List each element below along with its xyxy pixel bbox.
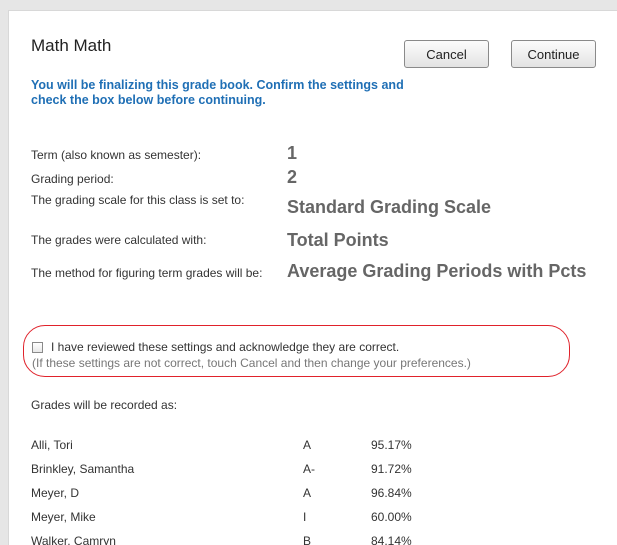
grade-row: Walker, Camryn B 84.14% [31,534,531,545]
grade-percent: 95.17% [371,438,412,452]
grade-row: Meyer, Mike I 60.00% [31,510,531,534]
finalize-notice: You will be finalizing this grade book. … [31,78,404,107]
grade-row: Meyer, D A 96.84% [31,486,531,510]
setting-term-value: 1 [287,143,298,163]
setting-calculation-value: Total Points [287,230,389,250]
acknowledge-hint: (If these settings are not correct, touc… [32,356,471,370]
setting-grading-period-value: 2 [287,167,298,187]
letter-grade: I [303,510,307,524]
finalize-gradebook-dialog: Math Math Cancel Continue You will be fi… [8,10,617,545]
grade-percent: 84.14% [371,534,412,545]
student-name: Meyer, D [31,486,80,500]
setting-grading-scale-label: The grading scale for this class is set … [31,193,245,207]
setting-term-method-value: Average Grading Periods with Pcts [287,261,587,281]
student-name: Alli, Tori [31,438,73,452]
acknowledge-checkbox[interactable] [32,341,43,353]
setting-calculation-label: The grades were calculated with: [31,233,207,247]
grade-percent: 91.72% [371,462,412,476]
letter-grade: A [303,438,312,452]
student-name: Walker, Camryn [31,534,116,545]
grade-row: Alli, Tori A 95.17% [31,438,531,462]
continue-button[interactable]: Continue [511,40,596,68]
cancel-button[interactable]: Cancel [404,40,489,68]
grades-heading: Grades will be recorded as: [31,398,178,412]
grades-list: Alli, Tori A 95.17% Brinkley, Samantha A… [31,438,531,545]
setting-term-method-label: The method for figuring term grades will… [31,266,263,280]
student-name: Meyer, Mike [31,510,96,524]
letter-grade: A- [303,462,315,476]
dialog-title: Math Math [31,36,112,55]
letter-grade: B [303,534,312,545]
setting-grading-scale-value: Standard Grading Scale [287,197,492,217]
student-name: Brinkley, Samantha [31,462,135,476]
acknowledge-label: I have reviewed these settings and ackno… [51,340,400,354]
letter-grade: A [303,486,312,500]
grade-row: Brinkley, Samantha A- 91.72% [31,462,531,486]
grade-percent: 96.84% [371,486,412,500]
grade-percent: 60.00% [371,510,412,524]
setting-grading-period-label: Grading period: [31,172,114,186]
acknowledge-checkbox-row[interactable]: I have reviewed these settings and ackno… [32,340,399,354]
setting-term-label: Term (also known as semester): [31,148,202,162]
